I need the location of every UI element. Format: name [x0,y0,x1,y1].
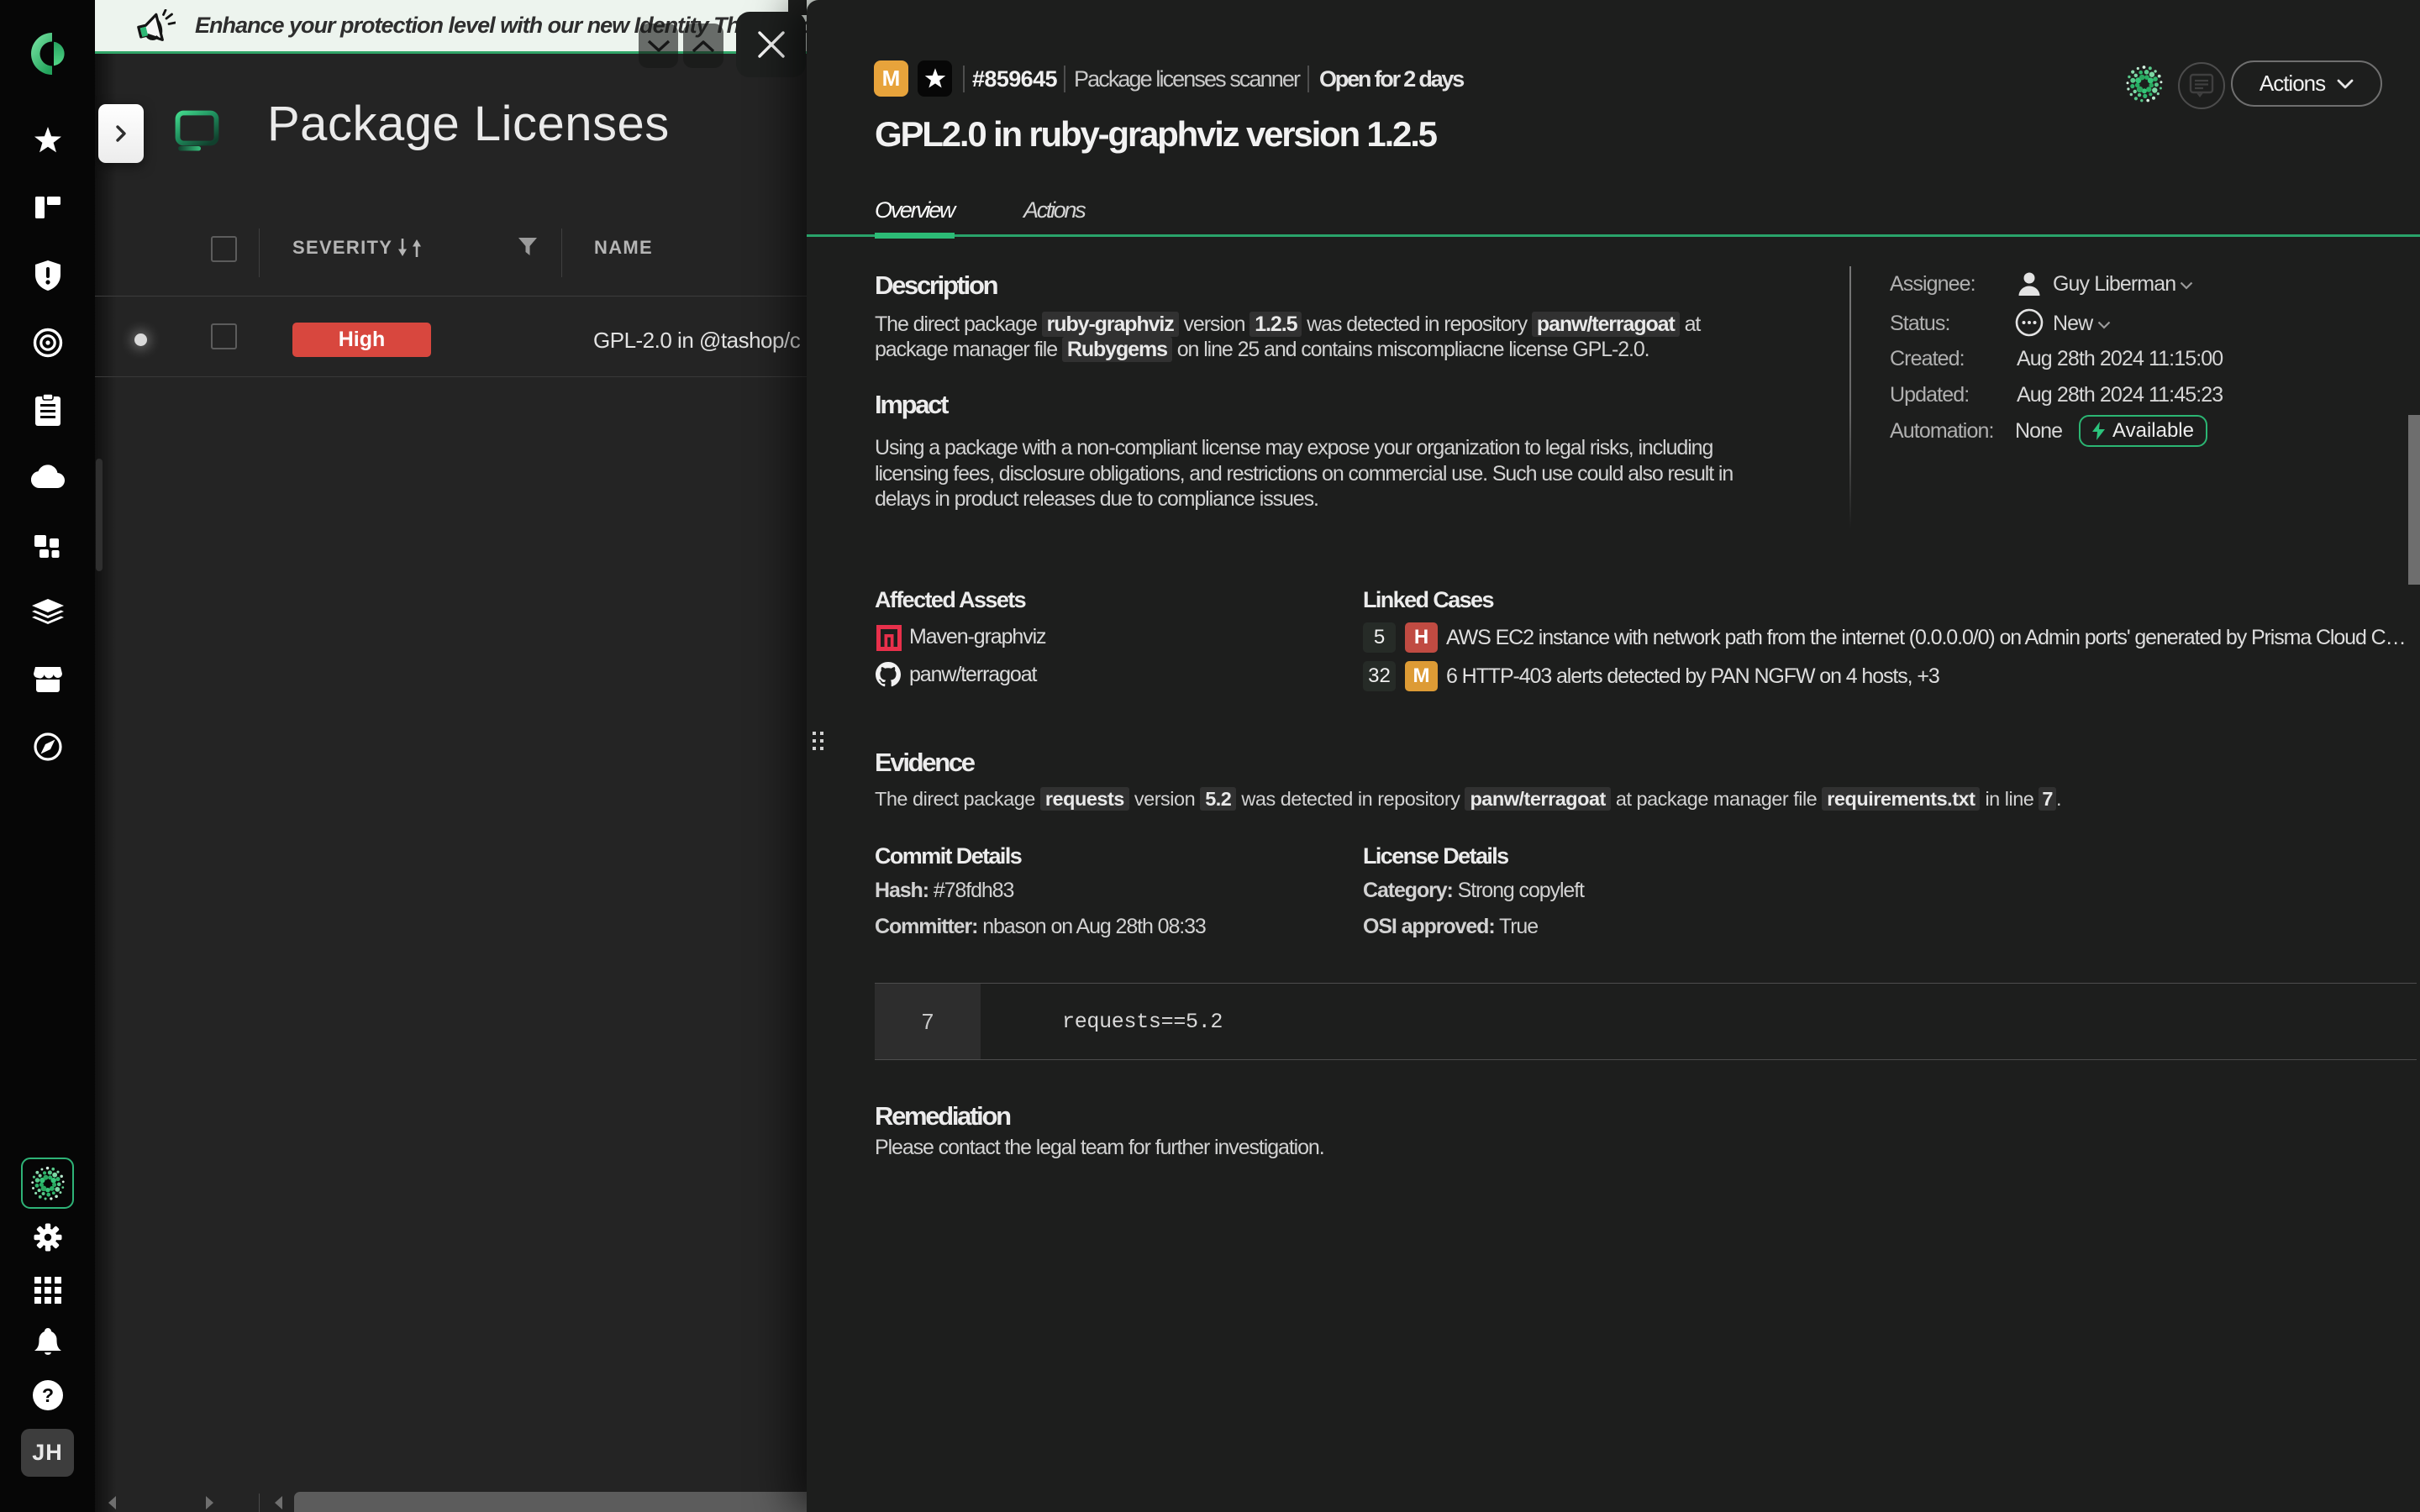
svg-text:?: ? [41,1384,53,1406]
